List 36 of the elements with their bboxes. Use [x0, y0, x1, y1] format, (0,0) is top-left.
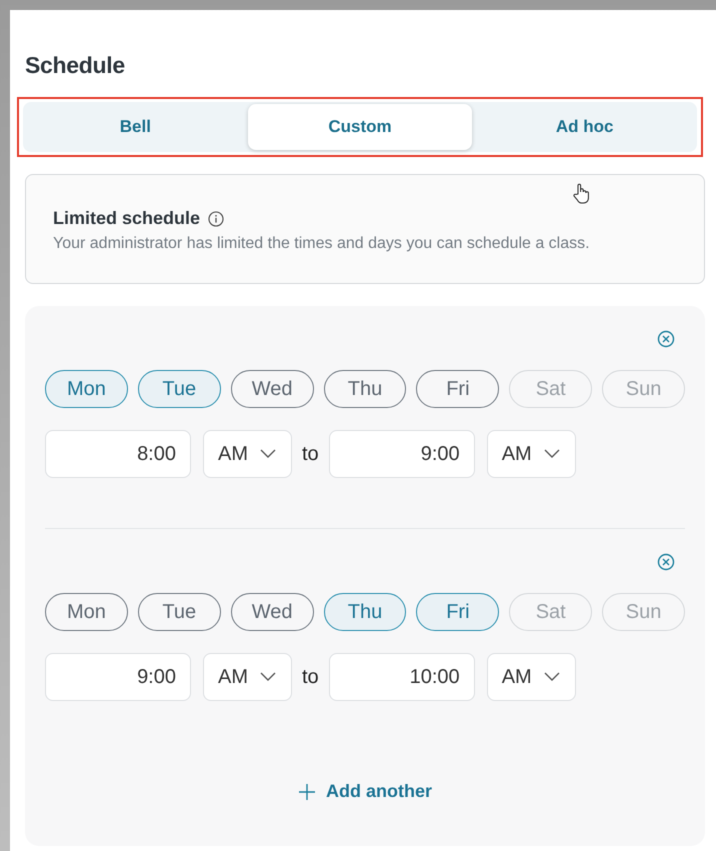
to-label: to — [302, 442, 319, 466]
end-time-field[interactable]: 9:00 — [328, 430, 475, 478]
notice-title: Limited schedule — [53, 208, 200, 229]
day-toggle[interactable]: Wed — [230, 370, 314, 408]
day-toggle[interactable]: Wed — [230, 593, 314, 631]
section-title: Schedule — [25, 52, 126, 79]
tab[interactable]: Ad hoc — [472, 104, 698, 150]
add-another-button[interactable]: Add another — [298, 781, 432, 802]
day-toggle[interactable]: Mon — [45, 370, 128, 408]
hand-cursor-icon — [572, 183, 592, 205]
remove-icon[interactable] — [657, 553, 675, 571]
day-toggle[interactable]: Fri — [416, 593, 500, 631]
day-toggle[interactable]: Thu — [324, 593, 406, 631]
remove-icon[interactable] — [657, 330, 675, 348]
chevron-icon — [544, 449, 560, 459]
period-dropdown[interactable]: AM — [203, 430, 292, 478]
chevron-icon — [260, 672, 276, 682]
period-dropdown[interactable]: AM — [486, 430, 576, 478]
day-toggle[interactable]: Fri — [416, 370, 500, 408]
chevron-icon — [544, 672, 560, 682]
chevron-icon — [260, 449, 276, 459]
day-toggle[interactable]: Mon — [45, 593, 128, 631]
day-toggle[interactable]: Thu — [324, 370, 406, 408]
info-icon[interactable] — [208, 210, 224, 226]
start-time-field[interactable]: 8:00 — [45, 430, 191, 478]
day-toggle[interactable]: Tue — [138, 370, 221, 408]
period-dropdown[interactable]: AM — [203, 653, 292, 701]
day-toggle[interactable]: Tue — [138, 593, 221, 631]
plus-icon — [298, 782, 316, 800]
period-dropdown[interactable]: AM — [486, 653, 576, 701]
start-time-field[interactable]: 9:00 — [45, 653, 191, 701]
end-time-field[interactable]: 10:00 — [328, 653, 475, 701]
notice-text: Your administrator has limited the times and days you can schedule a class. — [53, 235, 591, 253]
tab[interactable]: Custom — [248, 104, 472, 150]
to-label: to — [302, 666, 319, 688]
tab[interactable]: Bell — [23, 104, 248, 150]
